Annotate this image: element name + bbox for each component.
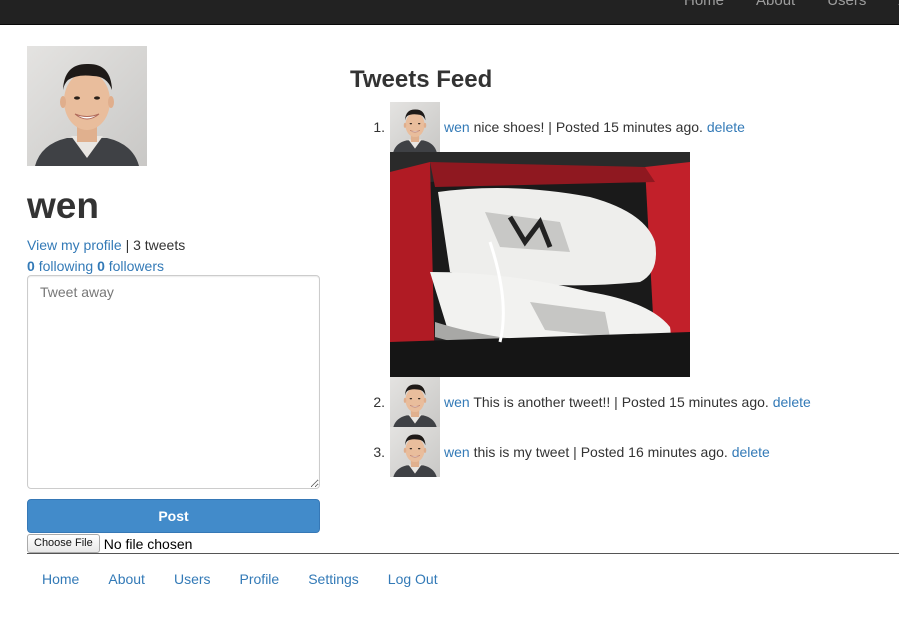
followers-count: 0	[97, 258, 105, 274]
file-status: No file chosen	[103, 535, 193, 552]
tweet-meta: | Posted 15 minutes ago.	[614, 394, 769, 410]
tweet-delete-link[interactable]: delete	[732, 444, 770, 460]
tweet-number: 1.	[373, 119, 385, 135]
tweet-attached-image	[390, 152, 690, 377]
top-nav-about[interactable]: About	[756, 0, 795, 9]
footer-nav: Home About Users Profile Settings Log Ou…	[42, 571, 467, 587]
profile-stats: View my profile | 3 tweets	[27, 237, 185, 253]
top-nav-users[interactable]: Users	[827, 0, 866, 9]
footer-logout-link[interactable]: Log Out	[388, 571, 438, 587]
footer-about-link[interactable]: About	[108, 571, 145, 587]
tweet-line: wen nice shoes! | Posted 15 minutes ago.…	[444, 119, 745, 135]
tweet-number: 2.	[373, 394, 385, 410]
following-label: following	[38, 258, 94, 274]
top-nav-home[interactable]: Home	[684, 0, 724, 9]
stats-separator: |	[125, 237, 130, 253]
tweet-text: this is my tweet	[473, 444, 570, 460]
following-link[interactable]: 0 following	[27, 258, 93, 274]
followers-label: followers	[108, 258, 164, 274]
footer-divider	[27, 553, 899, 554]
tweet-avatar	[390, 427, 440, 477]
top-navbar: Home About Users Ac	[0, 0, 899, 25]
file-upload: Choose File No file chosen	[27, 534, 192, 553]
tweet-user-link[interactable]: wen	[444, 394, 470, 410]
tweet-meta: | Posted 16 minutes ago.	[573, 444, 728, 460]
tweet-line: wen This is another tweet!! | Posted 15 …	[444, 394, 811, 410]
tweet-avatar	[390, 377, 440, 427]
choose-file-button[interactable]: Choose File	[27, 534, 100, 553]
footer-home-link[interactable]: Home	[42, 571, 79, 587]
profile-username: wen	[27, 185, 99, 226]
footer-settings-link[interactable]: Settings	[308, 571, 359, 587]
profile-avatar	[27, 46, 147, 166]
tweet-user-link[interactable]: wen	[444, 119, 470, 135]
footer-profile-link[interactable]: Profile	[240, 571, 280, 587]
tweet-avatar	[390, 102, 440, 152]
tweet-delete-link[interactable]: delete	[707, 119, 745, 135]
followers-link[interactable]: 0 followers	[97, 258, 164, 274]
tweet-meta: | Posted 15 minutes ago.	[548, 119, 703, 135]
follow-stats: 0 following 0 followers	[27, 258, 164, 274]
top-nav-links: Home About Users Ac	[684, 0, 899, 9]
tweet-delete-link[interactable]: delete	[773, 394, 811, 410]
feed-title: Tweets Feed	[350, 66, 493, 93]
tweet-text: This is another tweet!!	[473, 394, 611, 410]
following-count: 0	[27, 258, 35, 274]
tweet-text: nice shoes!	[473, 119, 545, 135]
tweet-textarea[interactable]	[27, 275, 320, 489]
tweet-user-link[interactable]: wen	[444, 444, 470, 460]
tweet-number: 3.	[373, 444, 385, 460]
post-button[interactable]: Post	[27, 499, 320, 533]
footer-users-link[interactable]: Users	[174, 571, 211, 587]
tweets-count: 3 tweets	[133, 237, 186, 253]
tweet-line: wen this is my tweet | Posted 16 minutes…	[444, 444, 770, 460]
view-profile-link[interactable]: View my profile	[27, 237, 122, 253]
